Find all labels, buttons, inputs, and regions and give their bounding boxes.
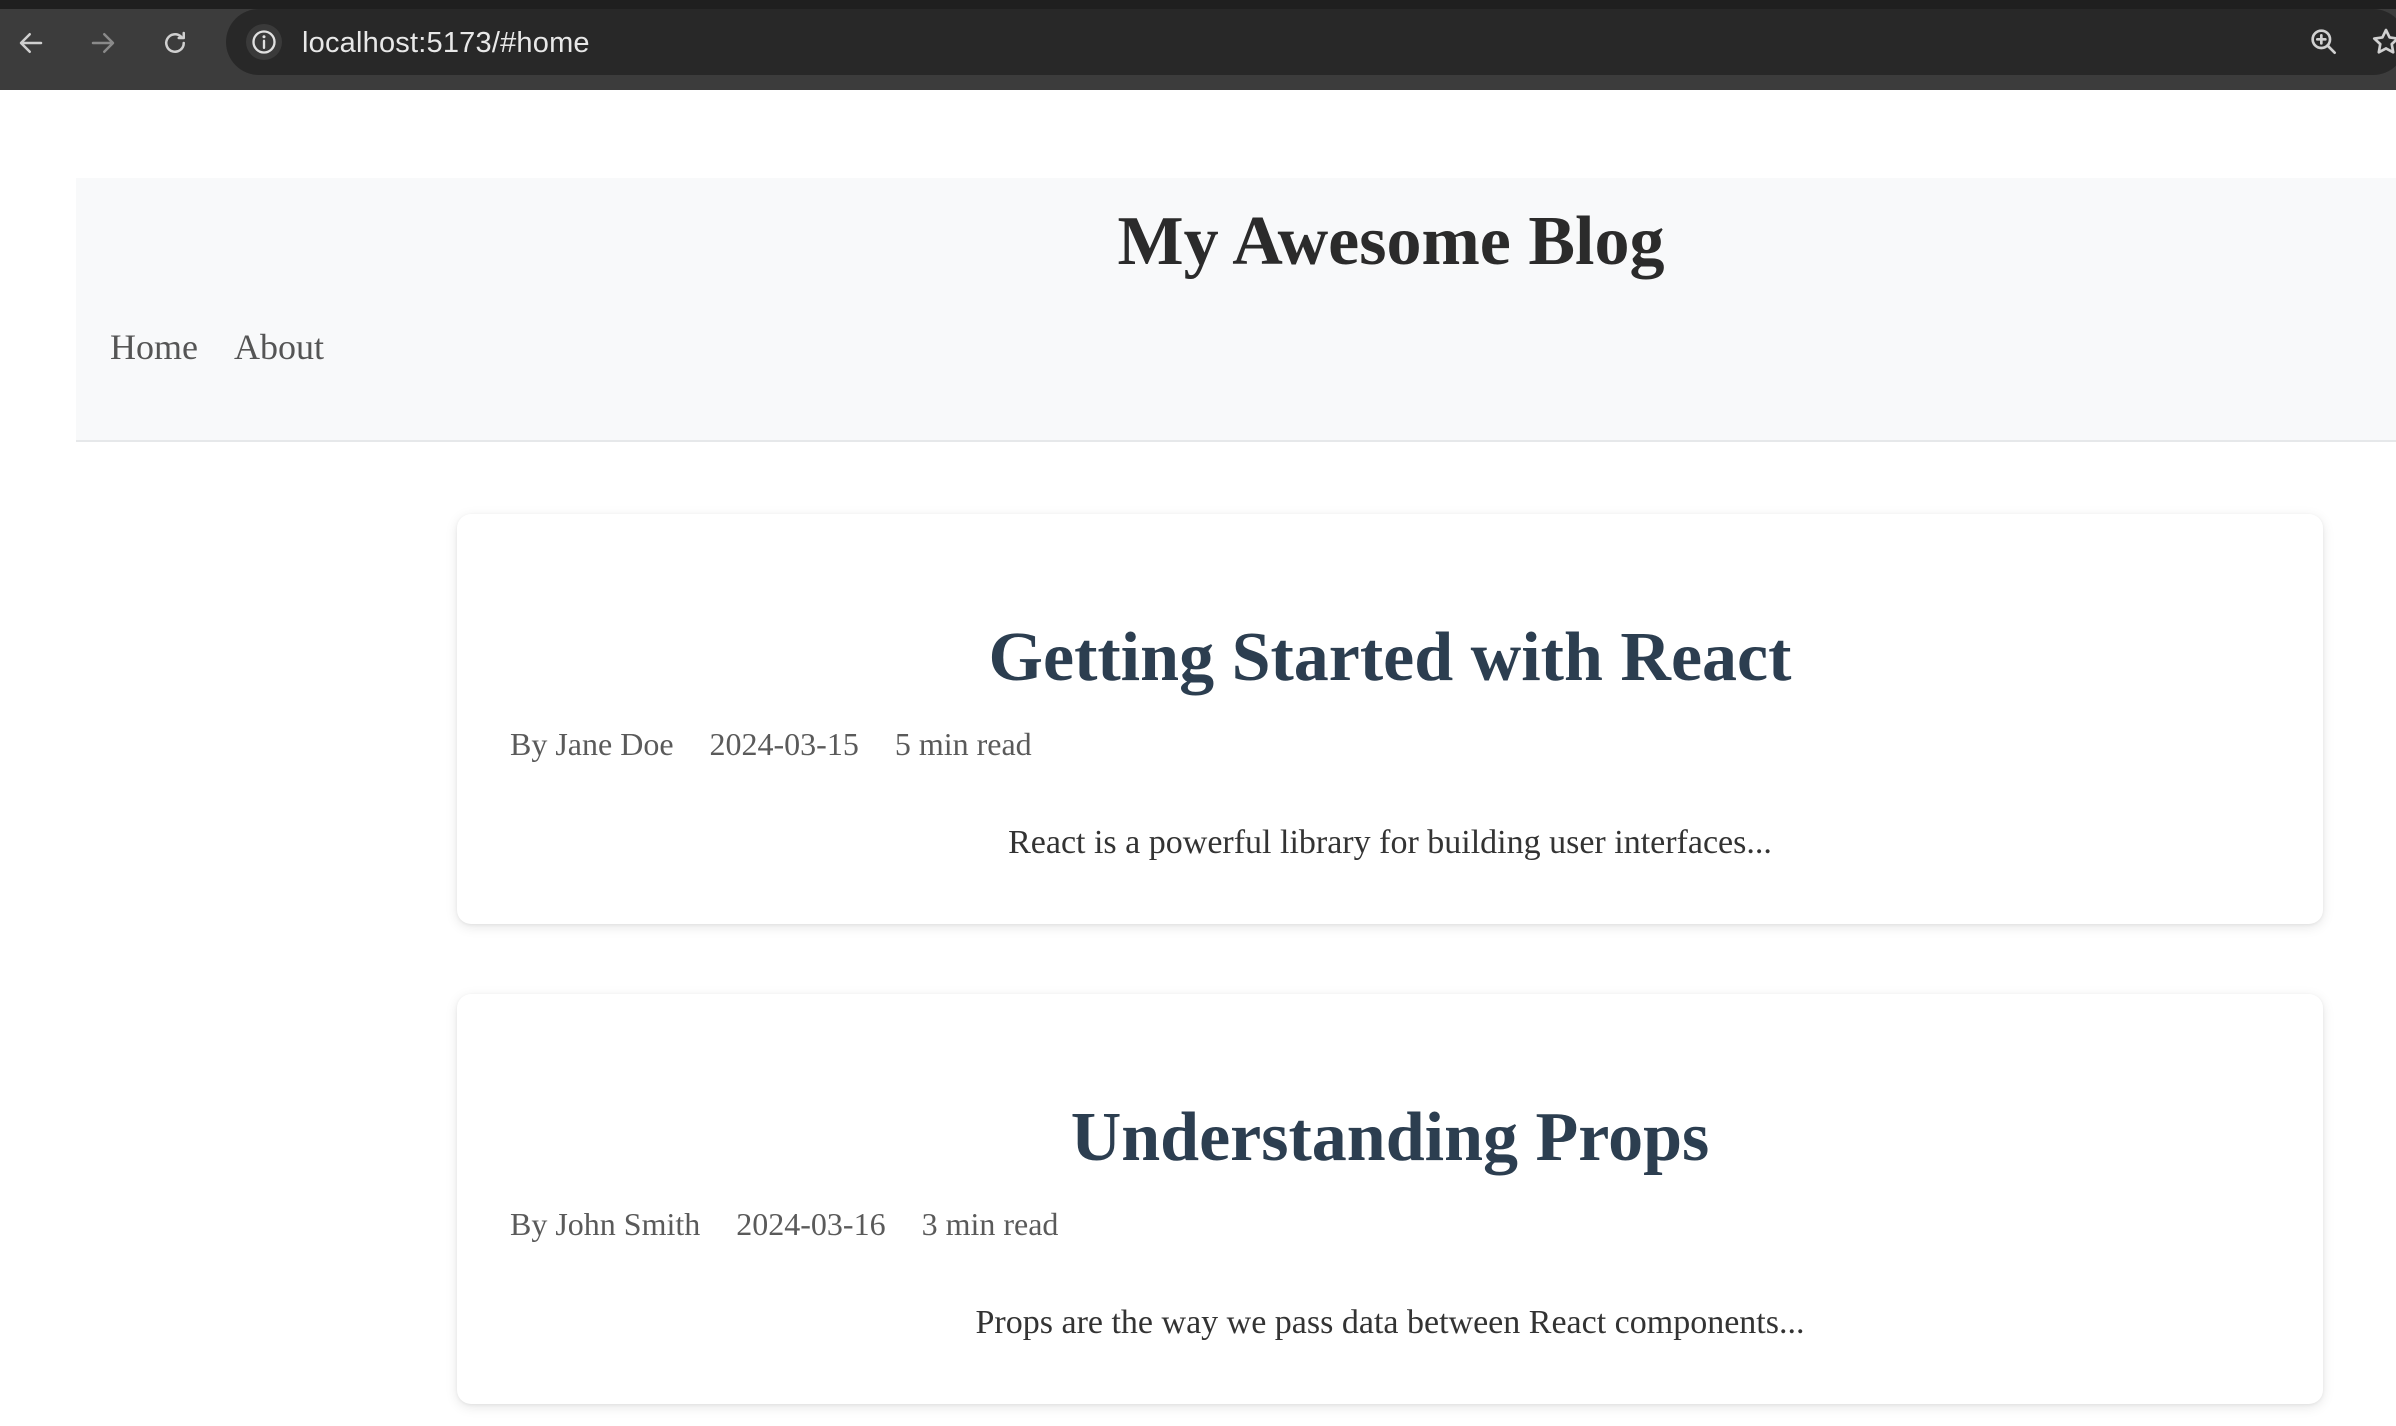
post-card: Getting Started with React By Jane Doe 2…: [457, 514, 2323, 924]
address-bar[interactable]: localhost:5173/#home: [226, 9, 2396, 75]
bookmark-button[interactable]: [2366, 22, 2396, 62]
post-title[interactable]: Understanding Props: [457, 1098, 2323, 1178]
post-read-time: 5 min read: [894, 726, 1032, 762]
browser-toolbar: localhost:5173/#home: [0, 0, 2396, 90]
zoom-button[interactable]: [2304, 22, 2344, 62]
arrow-left-icon: [19, 33, 43, 53]
post-author: By John Smith: [510, 1206, 701, 1242]
arrow-right-icon: [91, 33, 115, 53]
post-card: Understanding Props By John Smith 2024-0…: [457, 994, 2323, 1404]
post-meta: By Jane Doe 2024-03-15 5 min read: [510, 726, 1032, 763]
post-excerpt: Props are the way we pass data between R…: [975, 1304, 1805, 1341]
page-content: My Awesome Blog Home About Getting Start…: [0, 90, 2396, 1426]
star-icon: [2372, 28, 2396, 54]
forward-button[interactable]: [84, 24, 122, 62]
tab-strip: [0, 0, 2396, 9]
reload-icon: [165, 31, 185, 53]
info-icon: [252, 30, 276, 54]
post-meta: By John Smith 2024-03-16 3 min read: [510, 1206, 1058, 1243]
site-header: My Awesome Blog Home About: [76, 178, 2396, 442]
reload-button[interactable]: [156, 24, 194, 62]
site-title: My Awesome Blog: [1117, 203, 1665, 280]
post-read-time: 3 min read: [921, 1206, 1059, 1242]
back-button[interactable]: [12, 24, 50, 62]
post-author: By Jane Doe: [510, 726, 674, 762]
zoom-in-icon: [2311, 29, 2336, 54]
url-text[interactable]: localhost:5173/#home: [302, 27, 590, 60]
post-excerpt: React is a powerful library for building…: [1008, 824, 1772, 861]
post-title[interactable]: Getting Started with React: [457, 618, 2323, 698]
site-info-button[interactable]: [246, 24, 282, 60]
post-date: 2024-03-15: [709, 726, 859, 762]
site-nav: Home About: [110, 326, 324, 368]
nav-link-home[interactable]: Home: [110, 326, 198, 368]
post-date: 2024-03-16: [736, 1206, 886, 1242]
nav-link-about[interactable]: About: [234, 326, 324, 368]
